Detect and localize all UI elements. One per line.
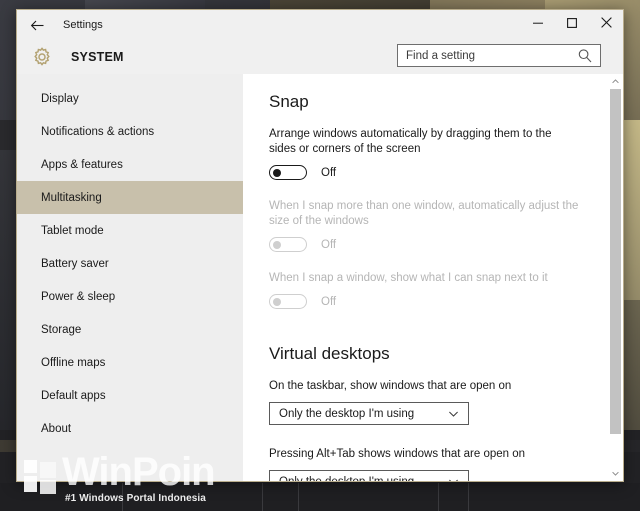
chevron-down-icon (447, 475, 460, 481)
content-wrapper: Snap Arrange windows automatically by dr… (243, 74, 623, 481)
sidebar-item-default-apps[interactable]: Default apps (17, 379, 243, 412)
page-title: SYSTEM (71, 50, 124, 64)
sidebar-item-battery-saver[interactable]: Battery saver (17, 247, 243, 280)
window-title: Settings (63, 19, 103, 31)
snap-resize-description: When I snap more than one window, automa… (269, 200, 579, 227)
taskbar-divider (122, 483, 123, 511)
desktop: Settings SYSTEM Find a setting Display N… (0, 0, 640, 511)
window-controls (521, 10, 623, 40)
snap-resize-toggle (269, 237, 307, 252)
maximize-button[interactable] (555, 10, 589, 40)
sidebar-item-about[interactable]: About (17, 412, 243, 445)
sidebar-item-multitasking[interactable]: Multitasking (17, 181, 243, 214)
gear-icon (31, 46, 53, 68)
toggle-knob (273, 297, 281, 306)
sidebar-item-label: Default apps (41, 389, 106, 402)
snap-arrange-toggle[interactable] (269, 165, 307, 180)
close-icon (600, 16, 613, 34)
sidebar-item-label: Multitasking (41, 191, 102, 204)
sidebar-item-storage[interactable]: Storage (17, 313, 243, 346)
snap-arrange-description: Arrange windows automatically by draggin… (269, 128, 552, 155)
sidebar-item-label: Tablet mode (41, 224, 104, 237)
snap-assist-description: When I snap a window, show what I can sn… (269, 272, 548, 284)
settings-content: Snap Arrange windows automatically by dr… (243, 74, 608, 481)
sidebar-item-label: Battery saver (41, 257, 109, 270)
chevron-down-icon (447, 407, 460, 420)
toggle-knob (273, 240, 281, 249)
alt-tab-windows-dropdown[interactable]: Only the desktop I'm using (269, 470, 469, 481)
alt-tab-windows-dropdown-value: Only the desktop I'm using (279, 476, 447, 482)
snap-section-heading: Snap (269, 92, 309, 111)
search-icon[interactable] (576, 47, 594, 65)
scrollbar-thumb[interactable] (610, 89, 621, 434)
sidebar-item-apps-features[interactable]: Apps & features (17, 148, 243, 181)
sidebar-item-label: Power & sleep (41, 290, 116, 303)
search-input[interactable] (398, 45, 576, 66)
scroll-up-button[interactable] (608, 74, 623, 89)
window-body: Display Notifications & actions Apps & f… (17, 74, 623, 481)
snap-assist-toggle-label: Off (321, 295, 337, 308)
snap-assist-toggle-row: Off (269, 294, 608, 309)
maximize-icon (566, 16, 578, 34)
search-box[interactable] (397, 44, 601, 67)
back-arrow-icon (29, 17, 46, 34)
snap-resize-toggle-label: Off (321, 238, 337, 251)
taskbar-windows-dropdown-value: Only the desktop I'm using (279, 407, 415, 420)
snap-arrange-toggle-label: Off (321, 166, 337, 179)
chevron-up-icon (611, 73, 620, 91)
snap-arrange-toggle-row[interactable]: Off (269, 165, 608, 180)
sidebar-item-label: Notifications & actions (41, 125, 155, 138)
content-scrollbar[interactable] (608, 74, 623, 481)
scrollbar-track[interactable] (610, 89, 621, 466)
snap-assist-toggle (269, 294, 307, 309)
minimize-icon (532, 16, 544, 34)
taskbar-divider (438, 483, 439, 511)
snap-resize-toggle-row: Off (269, 237, 608, 252)
sidebar-item-display[interactable]: Display (17, 82, 243, 115)
virtual-desktops-section-heading: Virtual desktops (269, 344, 390, 363)
sidebar-item-label: Display (41, 92, 79, 105)
sidebar-item-notifications-actions[interactable]: Notifications & actions (17, 115, 243, 148)
close-button[interactable] (589, 10, 623, 40)
alt-tab-windows-description: Pressing Alt+Tab shows windows that are … (269, 448, 526, 460)
sidebar-item-tablet-mode[interactable]: Tablet mode (17, 214, 243, 247)
minimize-button[interactable] (521, 10, 555, 40)
taskbar-divider (468, 483, 469, 511)
page-header: SYSTEM (17, 40, 623, 74)
taskbar-divider (262, 483, 263, 511)
sidebar-item-power-sleep[interactable]: Power & sleep (17, 280, 243, 313)
sidebar-item-offline-maps[interactable]: Offline maps (17, 346, 243, 379)
taskbar[interactable] (0, 483, 640, 511)
title-bar[interactable]: Settings (17, 10, 623, 40)
taskbar-windows-description: On the taskbar, show windows that are op… (269, 380, 512, 392)
sidebar-item-label: Apps & features (41, 158, 123, 171)
toggle-knob (273, 168, 281, 177)
sidebar-item-label: About (41, 422, 72, 435)
settings-window: Settings SYSTEM Find a setting Display N… (16, 9, 624, 482)
back-button[interactable] (17, 10, 57, 40)
scroll-down-button[interactable] (608, 466, 623, 481)
sidebar: Display Notifications & actions Apps & f… (17, 74, 243, 481)
sidebar-item-label: Offline maps (41, 356, 106, 369)
chevron-down-icon (611, 465, 620, 483)
taskbar-windows-dropdown[interactable]: Only the desktop I'm using (269, 402, 469, 425)
sidebar-item-label: Storage (41, 323, 82, 336)
taskbar-divider (298, 483, 299, 511)
